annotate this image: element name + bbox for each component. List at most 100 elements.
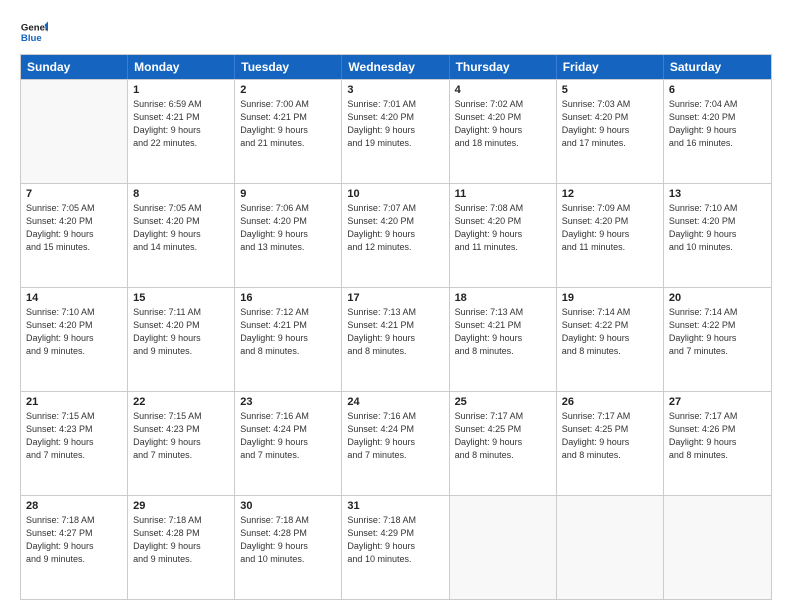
day-number: 19 [562,292,658,304]
day-cell-24: 24 Sunrise: 7:16 AM Sunset: 4:24 PM Dayli… [342,392,449,495]
empty-cell [21,80,128,183]
day-number: 12 [562,188,658,200]
day-info: Sunrise: 7:05 AM Sunset: 4:20 PM Dayligh… [26,202,122,254]
day-cell-6: 6 Sunrise: 7:04 AM Sunset: 4:20 PM Daylig… [664,80,771,183]
svg-text:General: General [21,22,48,33]
day-info: Sunrise: 7:10 AM Sunset: 4:20 PM Dayligh… [669,202,766,254]
day-info: Sunrise: 7:16 AM Sunset: 4:24 PM Dayligh… [240,410,336,462]
day-number: 28 [26,500,122,512]
day-cell-18: 18 Sunrise: 7:13 AM Sunset: 4:21 PM Dayli… [450,288,557,391]
day-number: 9 [240,188,336,200]
day-cell-8: 8Sunrise: 7:05 AM Sunset: 4:20 PM Daylig… [128,184,235,287]
day-cell-29: 29 Sunrise: 7:18 AM Sunset: 4:28 PM Dayli… [128,496,235,599]
day-info: Sunrise: 7:17 AM Sunset: 4:25 PM Dayligh… [455,410,551,462]
day-info: Sunrise: 7:18 AM Sunset: 4:28 PM Dayligh… [133,514,229,566]
day-info: Sunrise: 7:15 AM Sunset: 4:23 PM Dayligh… [26,410,122,462]
day-number: 7 [26,188,122,200]
day-info: Sunrise: 7:07 AM Sunset: 4:20 PM Dayligh… [347,202,443,254]
day-cell-2: 2 Sunrise: 7:00 AM Sunset: 4:21 PM Daylig… [235,80,342,183]
week-5: 28Sunrise: 7:18 AM Sunset: 4:27 PM Dayli… [21,495,771,599]
day-number: 18 [455,292,551,304]
day-number: 26 [562,396,658,408]
day-cell-12: 12 Sunrise: 7:09 AM Sunset: 4:20 PM Dayli… [557,184,664,287]
empty-cell [450,496,557,599]
day-number: 1 [133,84,229,96]
header-day-wednesday: Wednesday [342,55,449,79]
day-cell-7: 7 Sunrise: 7:05 AM Sunset: 4:20 PM Daylig… [21,184,128,287]
header-row: General Blue [20,18,772,46]
day-info: Sunrise: 7:17 AM Sunset: 4:26 PM Dayligh… [669,410,766,462]
header-day-sunday: Sunday [21,55,128,79]
day-number: 24 [347,396,443,408]
calendar-header: SundayMondayTuesdayWednesdayThursdayFrid… [21,55,771,79]
logo: General Blue [20,18,48,46]
day-info: Sunrise: 7:12 AM Sunset: 4:21 PM Dayligh… [240,306,336,358]
day-cell-28: 28Sunrise: 7:18 AM Sunset: 4:27 PM Dayli… [21,496,128,599]
day-info: Sunrise: 7:04 AM Sunset: 4:20 PM Dayligh… [669,98,766,150]
day-cell-4: 4 Sunrise: 7:02 AM Sunset: 4:20 PM Daylig… [450,80,557,183]
calendar: SundayMondayTuesdayWednesdayThursdayFrid… [20,54,772,600]
day-info: Sunrise: 7:09 AM Sunset: 4:20 PM Dayligh… [562,202,658,254]
week-2: 7 Sunrise: 7:05 AM Sunset: 4:20 PM Daylig… [21,183,771,287]
day-number: 29 [133,500,229,512]
svg-text:Blue: Blue [21,33,42,44]
day-info: Sunrise: 7:08 AM Sunset: 4:20 PM Dayligh… [455,202,551,254]
day-info: Sunrise: 7:14 AM Sunset: 4:22 PM Dayligh… [562,306,658,358]
day-info: Sunrise: 7:13 AM Sunset: 4:21 PM Dayligh… [347,306,443,358]
day-number: 3 [347,84,443,96]
day-cell-25: 25 Sunrise: 7:17 AM Sunset: 4:25 PM Dayli… [450,392,557,495]
day-cell-17: 17Sunrise: 7:13 AM Sunset: 4:21 PM Dayli… [342,288,449,391]
empty-cell [557,496,664,599]
calendar-body: 1 Sunrise: 6:59 AM Sunset: 4:21 PM Daylig… [21,79,771,599]
header-day-tuesday: Tuesday [235,55,342,79]
page: General Blue SundayMondayTuesdayWednesda… [0,0,792,612]
day-info: Sunrise: 7:03 AM Sunset: 4:20 PM Dayligh… [562,98,658,150]
day-cell-5: 5 Sunrise: 7:03 AM Sunset: 4:20 PM Daylig… [557,80,664,183]
day-number: 2 [240,84,336,96]
day-cell-13: 13Sunrise: 7:10 AM Sunset: 4:20 PM Dayli… [664,184,771,287]
day-cell-22: 22 Sunrise: 7:15 AM Sunset: 4:23 PM Dayli… [128,392,235,495]
day-info: Sunrise: 7:18 AM Sunset: 4:28 PM Dayligh… [240,514,336,566]
day-cell-14: 14Sunrise: 7:10 AM Sunset: 4:20 PM Dayli… [21,288,128,391]
day-cell-10: 10 Sunrise: 7:07 AM Sunset: 4:20 PM Dayli… [342,184,449,287]
week-1: 1 Sunrise: 6:59 AM Sunset: 4:21 PM Daylig… [21,79,771,183]
day-number: 14 [26,292,122,304]
week-3: 14Sunrise: 7:10 AM Sunset: 4:20 PM Dayli… [21,287,771,391]
day-number: 22 [133,396,229,408]
day-number: 10 [347,188,443,200]
day-info: Sunrise: 7:16 AM Sunset: 4:24 PM Dayligh… [347,410,443,462]
day-info: Sunrise: 6:59 AM Sunset: 4:21 PM Dayligh… [133,98,229,150]
day-cell-30: 30Sunrise: 7:18 AM Sunset: 4:28 PM Dayli… [235,496,342,599]
day-info: Sunrise: 7:01 AM Sunset: 4:20 PM Dayligh… [347,98,443,150]
week-4: 21 Sunrise: 7:15 AM Sunset: 4:23 PM Dayli… [21,391,771,495]
day-info: Sunrise: 7:13 AM Sunset: 4:21 PM Dayligh… [455,306,551,358]
day-number: 16 [240,292,336,304]
day-number: 20 [669,292,766,304]
logo-icon: General Blue [20,18,48,46]
day-number: 15 [133,292,229,304]
day-info: Sunrise: 7:18 AM Sunset: 4:29 PM Dayligh… [347,514,443,566]
header-day-thursday: Thursday [450,55,557,79]
day-cell-11: 11Sunrise: 7:08 AM Sunset: 4:20 PM Dayli… [450,184,557,287]
day-number: 4 [455,84,551,96]
day-cell-19: 19 Sunrise: 7:14 AM Sunset: 4:22 PM Dayli… [557,288,664,391]
day-info: Sunrise: 7:06 AM Sunset: 4:20 PM Dayligh… [240,202,336,254]
day-info: Sunrise: 7:02 AM Sunset: 4:20 PM Dayligh… [455,98,551,150]
day-info: Sunrise: 7:11 AM Sunset: 4:20 PM Dayligh… [133,306,229,358]
day-cell-27: 27 Sunrise: 7:17 AM Sunset: 4:26 PM Dayli… [664,392,771,495]
day-cell-1: 1 Sunrise: 6:59 AM Sunset: 4:21 PM Daylig… [128,80,235,183]
day-info: Sunrise: 7:15 AM Sunset: 4:23 PM Dayligh… [133,410,229,462]
day-number: 5 [562,84,658,96]
day-number: 6 [669,84,766,96]
day-cell-16: 16 Sunrise: 7:12 AM Sunset: 4:21 PM Dayli… [235,288,342,391]
day-number: 21 [26,396,122,408]
day-info: Sunrise: 7:05 AM Sunset: 4:20 PM Dayligh… [133,202,229,254]
day-cell-31: 31Sunrise: 7:18 AM Sunset: 4:29 PM Dayli… [342,496,449,599]
empty-cell [664,496,771,599]
day-info: Sunrise: 7:17 AM Sunset: 4:25 PM Dayligh… [562,410,658,462]
day-info: Sunrise: 7:00 AM Sunset: 4:21 PM Dayligh… [240,98,336,150]
header-day-monday: Monday [128,55,235,79]
day-number: 27 [669,396,766,408]
day-number: 25 [455,396,551,408]
day-cell-20: 20Sunrise: 7:14 AM Sunset: 4:22 PM Dayli… [664,288,771,391]
